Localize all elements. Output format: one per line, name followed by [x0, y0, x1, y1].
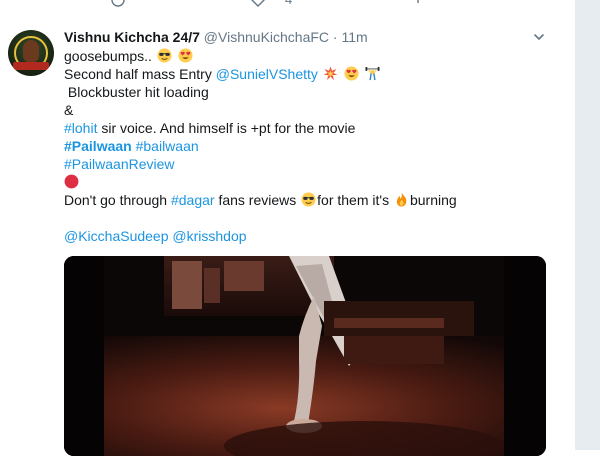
- tweet-line: @KicchaSudeep @krisshdop: [64, 227, 554, 245]
- red-circle-emoji: [64, 174, 79, 189]
- fire-emoji: [396, 192, 407, 207]
- smiling-face-with-heart-eyes-emoji: [344, 66, 359, 81]
- tweet-text-segment: &: [64, 102, 74, 118]
- smiling-face-with-heart-eyes-emoji: [178, 48, 193, 63]
- page-background-rail: [575, 0, 600, 450]
- person-lifting-weights-emoji: [365, 66, 380, 81]
- movie-scene-photo: [64, 256, 546, 456]
- collision-emoji: [323, 66, 338, 81]
- hashtag-link[interactable]: #lohit: [64, 120, 97, 136]
- tweet[interactable]: 4 Vishnu Kichcha 24/7 @VishnuKichchaFC ·…: [0, 0, 576, 456]
- tweet-line: goosebumps..: [64, 47, 554, 65]
- heart-icon[interactable]: [250, 0, 266, 8]
- share-icon[interactable]: [410, 0, 426, 8]
- tweet-text-segment: fans reviews: [214, 192, 301, 208]
- hashtag-link[interactable]: #Pailwaan: [64, 138, 132, 154]
- smiling-face-with-sunglasses-emoji: [301, 192, 316, 207]
- tweet-text-segment: for them it's: [317, 192, 393, 208]
- avatar-banner: [13, 62, 49, 70]
- avatar-portrait: [23, 40, 39, 62]
- display-name[interactable]: Vishnu Kichcha 24/7: [64, 29, 200, 45]
- hashtag-link[interactable]: #bailwaan: [136, 138, 199, 154]
- chevron-down-icon[interactable]: [532, 30, 546, 44]
- tweet-text-segment: Don't go through: [64, 192, 171, 208]
- timestamp[interactable]: 11m: [341, 29, 367, 45]
- tweet-text-segment: Blockbuster hit loading: [67, 84, 209, 100]
- separator-dot: ·: [332, 29, 338, 45]
- reply-icon[interactable]: [110, 0, 126, 8]
- mention-link[interactable]: @krisshdop: [172, 228, 246, 244]
- tweet-text-segment: sir voice. And himself is +pt for the mo…: [97, 120, 356, 136]
- tweet-line: Blockbuster hit loading: [64, 83, 554, 101]
- hashtag-link[interactable]: #dagar: [171, 192, 215, 208]
- tweet-line: #lohit sir voice. And himself is +pt for…: [64, 119, 554, 137]
- mention-link[interactable]: @KicchaSudeep: [64, 228, 169, 244]
- tweet-text: goosebumps.. Second half mass Entry @Sun…: [64, 47, 554, 245]
- hashtag-link[interactable]: #PailwaanReview: [64, 156, 175, 172]
- mention-link[interactable]: @SunielVShetty: [216, 66, 318, 82]
- tweet-media-image[interactable]: [64, 256, 546, 456]
- tweet-text-segment: goosebumps..: [64, 48, 152, 64]
- smiling-face-with-sunglasses-emoji: [157, 48, 172, 63]
- tweet-text-segment: burning: [409, 192, 457, 208]
- tweet-header: Vishnu Kichcha 24/7 @VishnuKichchaFC · 1…: [64, 29, 368, 47]
- tweet-line: &: [64, 101, 554, 119]
- user-handle[interactable]: @VishnuKichchaFC: [204, 29, 329, 45]
- tweet-line: Don't go through #dagar fans reviews for…: [64, 191, 554, 209]
- tweet-line: #PailwaanReview: [64, 155, 554, 173]
- like-count: 4: [285, 0, 292, 7]
- avatar[interactable]: [8, 30, 54, 76]
- tweet-line: Second half mass Entry @SunielVShetty: [64, 65, 554, 83]
- tweet-line: [64, 173, 554, 191]
- tweet-text-segment: Second half mass Entry: [64, 66, 216, 82]
- tweet-line: #Pailwaan #bailwaan: [64, 137, 554, 155]
- previous-tweet-actions: 4: [110, 0, 440, 8]
